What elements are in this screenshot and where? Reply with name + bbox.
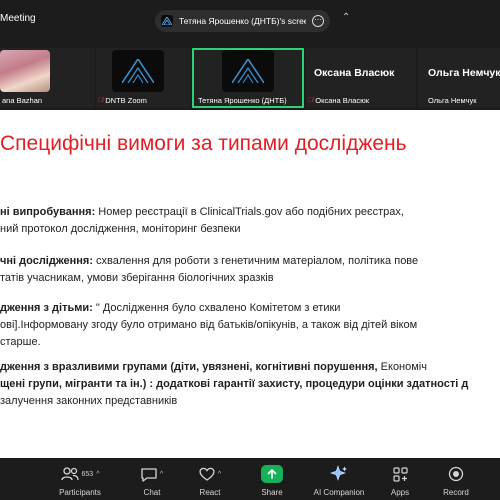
paragraph-text: додаткові гарантії захисту, процедури оц… <box>153 378 469 390</box>
top-bar: Meeting Тетяна Ярошенко (ДНТБ)'s scree ·… <box>0 0 500 40</box>
paragraph-text: " Дослідження було схвалено Комітетом з … <box>92 302 341 314</box>
ai-companion-label: AI Companion <box>313 488 365 497</box>
dntb-logo-icon <box>161 15 173 27</box>
slide-paragraph-3: дження з дітьми: " Дослідження було схва… <box>0 300 500 351</box>
share-button[interactable]: Share <box>242 464 302 497</box>
apps-button[interactable]: Apps <box>370 464 430 497</box>
shared-screen-slide: Специфічні вимоги за типами досліджень н… <box>0 110 500 458</box>
paragraph-text: Економіч <box>377 361 427 373</box>
mic-muted-icon: 🎙̸ <box>98 97 104 104</box>
share-label: Share <box>261 488 283 497</box>
chat-button[interactable]: ^ Chat <box>122 464 182 497</box>
chevron-up-icon[interactable]: ⌃ <box>342 12 350 23</box>
participant-video <box>0 50 50 92</box>
react-button[interactable]: ^ React <box>180 464 240 497</box>
paragraph-text: Номер реєстрації в ClinicalTrials.gov аб… <box>95 206 404 218</box>
chevron-up-icon[interactable]: ^ <box>160 471 163 478</box>
participant-tile-2[interactable]: 🎙̸ DNTB Zoom <box>96 48 191 108</box>
dntb-avatar <box>222 50 274 92</box>
meeting-toolbar: 653 ^ Participants ^ Chat ^ React Share … <box>0 458 500 500</box>
participant-name: Оксана Власюк <box>315 96 369 105</box>
ai-companion-button[interactable]: AI Companion <box>306 464 372 497</box>
paragraph-text: схвалення для роботи з генетичним матері… <box>92 255 419 267</box>
paragraph-heading: ні випробування: <box>0 206 96 218</box>
participant-name: Ольга Немчук <box>428 96 477 105</box>
chat-icon <box>141 467 157 482</box>
participant-tile-1[interactable]: ana Bazhan <box>0 48 95 108</box>
apps-label: Apps <box>390 488 410 497</box>
chat-label: Chat <box>143 488 161 497</box>
participant-name: DNTB Zoom <box>105 96 147 105</box>
apps-icon <box>392 466 408 482</box>
slide-paragraph-1: ні випробування: Номер реєстрації в Clin… <box>0 204 500 238</box>
slide-paragraph-4: дження з вразливими групами (діти, увязн… <box>0 359 500 410</box>
zoom-meeting-window: Meeting Тетяна Ярошенко (ДНТБ)'s scree ·… <box>0 0 500 500</box>
participant-tile-5[interactable]: Ольга Немчук Ольга Немчук <box>418 48 500 108</box>
participants-label: Participants <box>59 488 101 497</box>
slide-paragraph-2: чні дослідження: схвалення для роботи з … <box>0 253 500 287</box>
paragraph-heading: дження з дітьми: <box>0 302 93 314</box>
react-label: React <box>199 488 221 497</box>
participant-name: Тетяна Ярошенко (ДНТБ) <box>198 96 287 105</box>
more-options-icon[interactable]: ··· <box>312 15 324 27</box>
dntb-avatar <box>112 50 164 92</box>
paragraph-text: татів учасникам, умови зберігання біолог… <box>0 272 274 284</box>
paragraph-heading: дження з вразливими групами (діти, увязн… <box>0 361 378 373</box>
heart-icon <box>199 467 215 481</box>
chevron-up-icon[interactable]: ^ <box>218 471 221 478</box>
paragraph-heading: чні дослідження: <box>0 255 93 267</box>
participant-tile-4[interactable]: Оксана Власюк 🎙̸ Оксана Власюк <box>306 48 416 108</box>
slide-title: Специфічні вимоги за типами досліджень <box>0 132 407 155</box>
paragraph-text: щені групи, мігранти та ін.) : <box>0 378 154 390</box>
record-icon <box>448 466 464 482</box>
window-title: Meeting <box>0 13 36 24</box>
chevron-up-icon[interactable]: ^ <box>96 471 99 478</box>
paragraph-text: ний протокол дослідження, моніторинг без… <box>0 223 241 235</box>
paragraph-text: старше. <box>0 336 41 348</box>
participants-button[interactable]: 653 ^ Participants <box>50 464 110 497</box>
paragraph-text: ові].Інформовану згоду було отримано від… <box>0 319 418 331</box>
mic-muted-icon: 🎙̸ <box>308 97 314 104</box>
video-strip: ana Bazhan 🎙̸ DNTB Zoom Тетяна Ярошенко … <box>0 40 500 110</box>
participants-count: 653 <box>81 470 94 478</box>
participant-display-name: Оксана Власюк <box>314 67 395 79</box>
participant-name: ana Bazhan <box>2 96 43 105</box>
screen-share-indicator[interactable]: Тетяна Ярошенко (ДНТБ)'s scree ··· <box>155 10 330 32</box>
paragraph-text: залучення законних представників <box>0 395 178 407</box>
sparkle-icon <box>330 465 347 481</box>
record-label: Record <box>443 488 469 497</box>
record-button[interactable]: Record <box>426 464 486 497</box>
participant-tile-3-active-speaker[interactable]: Тетяна Ярошенко (ДНТБ) <box>192 48 304 108</box>
participant-display-name: Ольга Немчук <box>428 67 500 79</box>
share-screen-icon <box>261 465 283 483</box>
screen-share-label: Тетяна Ярошенко (ДНТБ)'s scree <box>179 16 306 26</box>
participants-icon <box>60 467 79 481</box>
